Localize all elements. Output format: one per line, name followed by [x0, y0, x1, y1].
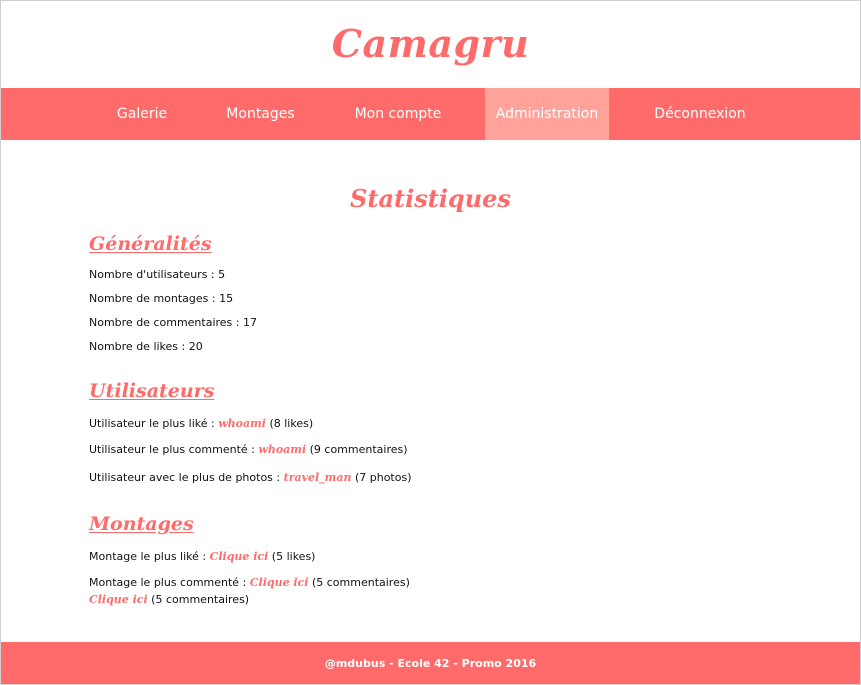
stat-label: Montage le plus commenté : — [89, 576, 250, 589]
stat-label: Nombre d'utilisateurs : — [89, 268, 219, 281]
footer-text: @mdubus - Ecole 42 - Promo 2016 — [324, 657, 537, 670]
user-link-travel-man[interactable]: travel_man — [284, 471, 352, 484]
stat-value: 20 — [188, 340, 203, 353]
montage-link[interactable]: Clique ici — [210, 550, 269, 563]
stat-suffix: (5 commentaires) — [308, 576, 410, 589]
stat-label: Montage le plus liké : — [89, 550, 210, 563]
stat-extra-montage: Clique ici (5 commentaires) — [89, 593, 249, 606]
stat-likes-count: Nombre de likes : 20 — [89, 340, 203, 353]
page-frame: Camagru Galerie Montages Mon compte Admi… — [0, 0, 861, 685]
nav-item-mon-compte[interactable]: Mon compte — [341, 88, 455, 140]
stat-label: Nombre de likes : — [89, 340, 189, 353]
section-title-montages: Montages — [89, 513, 194, 535]
navbar: Galerie Montages Mon compte Administrati… — [1, 88, 860, 140]
nav-item-deconnexion[interactable]: Déconnexion — [641, 88, 759, 140]
stat-label: Nombre de commentaires : — [89, 316, 243, 329]
stat-suffix: (5 commentaires) — [147, 593, 250, 606]
stat-suffix: (9 commentaires) — [306, 443, 408, 456]
footer: @mdubus - Ecole 42 - Promo 2016 — [1, 642, 860, 684]
stat-suffix: (7 photos) — [351, 471, 412, 484]
stat-label: Utilisateur le plus commenté : — [89, 443, 259, 456]
stat-most-commented-user: Utilisateur le plus commenté : whoami (9… — [89, 443, 408, 456]
stat-value: 17 — [242, 316, 257, 329]
site-title[interactable]: Camagru — [1, 21, 860, 66]
stat-most-liked-montage: Montage le plus liké : Clique ici (5 lik… — [89, 550, 315, 563]
montage-link[interactable]: Clique ici — [250, 576, 309, 589]
montage-link[interactable]: Clique ici — [89, 593, 148, 606]
stat-comments-count: Nombre de commentaires : 17 — [89, 316, 257, 329]
stat-value: 15 — [219, 292, 234, 305]
nav-item-administration[interactable]: Administration — [485, 88, 609, 140]
stat-label: Utilisateur avec le plus de photos : — [89, 471, 284, 484]
stat-value: 5 — [218, 268, 226, 281]
stat-users-count: Nombre d'utilisateurs : 5 — [89, 268, 225, 281]
page-title: Statistiques — [350, 184, 511, 213]
stat-most-liked-user: Utilisateur le plus liké : whoami (8 lik… — [89, 417, 313, 430]
nav-item-montages[interactable]: Montages — [213, 88, 308, 140]
stat-label: Utilisateur le plus liké : — [89, 417, 219, 430]
section-title-utilisateurs: Utilisateurs — [89, 380, 215, 402]
section-title-generalites: Généralités — [89, 233, 212, 255]
header: Camagru — [1, 1, 860, 88]
stat-suffix: (8 likes) — [265, 417, 314, 430]
user-link-whoami[interactable]: whoami — [258, 443, 306, 456]
nav-item-galerie[interactable]: Galerie — [94, 88, 190, 140]
stat-montages-count: Nombre de montages : 15 — [89, 292, 233, 305]
stat-label: Nombre de montages : — [89, 292, 220, 305]
user-link-whoami[interactable]: whoami — [218, 417, 266, 430]
stat-most-photos-user: Utilisateur avec le plus de photos : tra… — [89, 471, 412, 484]
stat-suffix: (5 likes) — [268, 550, 316, 563]
stat-most-commented-montage: Montage le plus commenté : Clique ici (5… — [89, 576, 410, 589]
